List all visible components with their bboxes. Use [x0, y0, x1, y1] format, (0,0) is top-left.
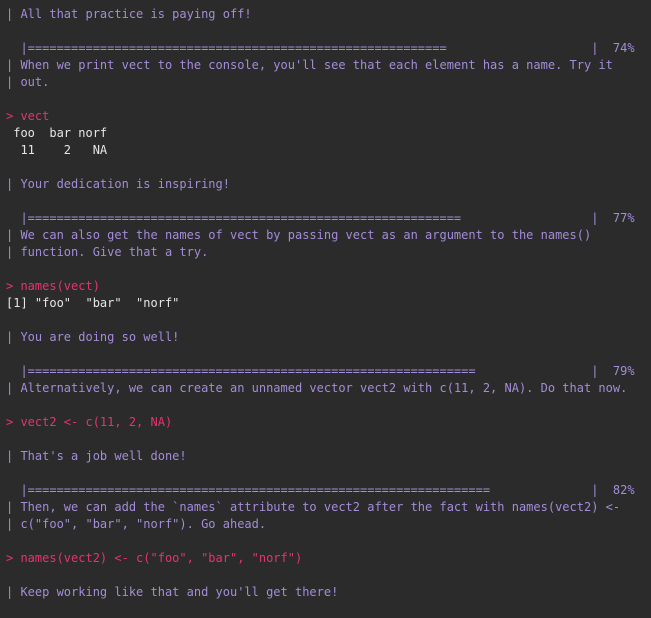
- swirl-message-line: | Your dedication is inspiring!: [6, 177, 230, 191]
- output-line: [1] "foo" "bar" "norf": [6, 296, 180, 310]
- output-line: foo bar norf: [6, 126, 108, 140]
- r-console-output[interactable]: | All that practice is paying off! |====…: [0, 0, 651, 618]
- swirl-message-line: | You are doing so well!: [6, 330, 180, 344]
- progress-bar-line: |=======================================…: [6, 211, 635, 225]
- swirl-message-line: | When we print vect to the console, you…: [6, 58, 613, 72]
- swirl-message-line: | c("foo", "bar", "norf"). Go ahead.: [6, 517, 267, 531]
- progress-bar-line: |=======================================…: [6, 41, 635, 55]
- command-line: > names(vect2) <- c("foo", "bar", "norf"…: [6, 551, 303, 565]
- command-line: > names(vect): [6, 279, 100, 293]
- progress-bar-line: |=======================================…: [6, 483, 635, 497]
- command-line: > vect2 <- c(11, 2, NA): [6, 415, 173, 429]
- swirl-message-line: | All that practice is paying off!: [6, 7, 252, 21]
- swirl-message-line: | That's a job well done!: [6, 449, 187, 463]
- swirl-message-line: | Keep working like that and you'll get …: [6, 585, 339, 599]
- command-line: > vect: [6, 109, 50, 123]
- swirl-message-line: | function. Give that a try.: [6, 245, 209, 259]
- progress-bar-line: |=======================================…: [6, 364, 635, 378]
- swirl-message-line: | out.: [6, 75, 50, 89]
- swirl-message-line: | We can also get the names of vect by p…: [6, 228, 592, 242]
- swirl-message-line: | Alternatively, we can create an unname…: [6, 381, 628, 395]
- swirl-message-line: | Then, we can add the `names` attribute…: [6, 500, 621, 514]
- output-line: 11 2 NA: [6, 143, 108, 157]
